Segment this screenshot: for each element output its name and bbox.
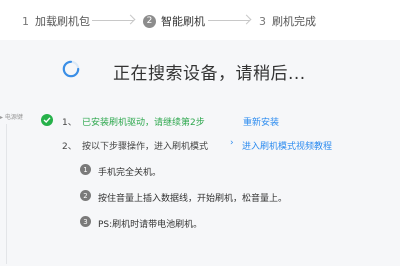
step-number: 3 (259, 14, 266, 28)
searching-status-title: 正在搜索设备，请稍后... (113, 64, 306, 84)
side-divider (6, 124, 7, 264)
driver-installed-message: 已安装刷机驱动，请继续第2步 (82, 118, 205, 128)
enter-flash-mode-instruction: 按以下步骤操作，进入刷机模式 (82, 142, 209, 152)
reinstall-link[interactable]: 重新安装 (243, 115, 279, 128)
step-label: 加载刷机包 (35, 15, 90, 28)
step-label: 刷机完成 (272, 15, 316, 28)
item-number: 2、 (62, 142, 77, 152)
substep-text: 按住音量上插入数据线，开始刷机，松音量上。 (98, 194, 288, 204)
side-annotation: ▸ 电源键 (0, 112, 23, 121)
step-flash-complete: 3 刷机完成 (259, 13, 316, 29)
flash-mode-video-tutorial-link[interactable]: 进入刷机模式视频教程 (242, 139, 332, 152)
success-check-icon (41, 114, 53, 126)
step-label: 智能刷机 (161, 15, 205, 28)
step-number: 1 (22, 14, 29, 28)
side-label: 电源键 (4, 114, 23, 121)
step-smart-flash: 2 智能刷机 (143, 13, 205, 29)
step-arrow-icon (241, 14, 252, 25)
chevron-right-icon: › (230, 138, 234, 148)
step-arrow-icon (125, 14, 136, 25)
substep-number-badge: 2 (80, 190, 91, 201)
step-progress-bar: 1 加载刷机包 2 智能刷机 3 刷机完成 (0, 0, 400, 40)
substep-number-badge: 3 (80, 216, 91, 227)
substep-number-badge: 1 (80, 164, 91, 175)
main-panel: ▸ 电源键 正在搜索设备，请稍后... 1、 已安装刷机驱动，请继续第2步 重新… (0, 40, 400, 266)
substep-text: PS:刷机时请带电池刷机。 (98, 220, 203, 230)
item-number: 1、 (62, 118, 77, 128)
step-load-package: 1 加载刷机包 (22, 13, 90, 29)
loading-spinner-icon (62, 60, 80, 78)
step-number-circle: 2 (143, 14, 156, 28)
substep-text: 手机完全关机。 (98, 168, 162, 178)
